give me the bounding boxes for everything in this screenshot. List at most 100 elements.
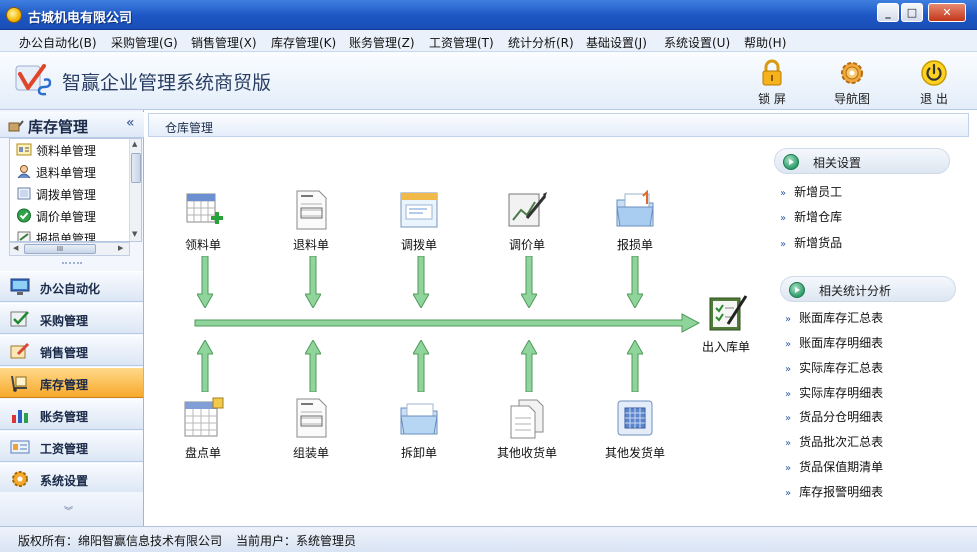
nav-inventory[interactable]: 库存管理 [0,367,143,398]
menu-purchase[interactable]: 采购管理(G) [111,34,178,51]
nav-system-settings[interactable]: 系统设置 [0,463,143,494]
flow-node-label: 拆卸单 [400,446,437,460]
link-add-warehouse[interactable]: » 新增仓库 [780,208,842,225]
flow-node-assembly[interactable]: 组装单 [266,396,356,461]
menu-sales[interactable]: 销售管理(X) [191,34,257,51]
flow-node-return[interactable]: 退料单 [266,188,356,253]
expand-nav-chevron-icon[interactable]: ︾ [64,504,73,517]
arrow-circle-icon [789,282,805,298]
flow-node-requisition[interactable]: 领料单 [158,188,248,253]
spreadsheet-icon [184,397,224,437]
main-content: 仓库管理 领料单 退料单 调拨单 调价单 报损单 出入库单 盘点单 组装单 拆卸… [148,110,977,526]
sidebar-item-price-adjust[interactable]: 调价单管理 [10,205,130,227]
current-user-text: 当前用户：系统管理员 [236,534,357,548]
link-stock-alert-detail[interactable]: » 库存报警明细表 [785,483,883,500]
menu-office[interactable]: 办公自动化(B) [19,34,97,51]
double-chevron-icon: » [780,239,787,250]
link-add-employee[interactable]: » 新增员工 [780,183,842,200]
inventory-header-icon [8,120,24,132]
menu-system-settings[interactable]: 系统设置(U) [664,34,730,51]
flow-node-other-delivery[interactable]: 其他发货单 [590,396,680,461]
menu-accounts[interactable]: 账务管理(Z) [349,34,415,51]
arrow-down-icon [305,256,321,308]
window-title: 古城机电有限公司 [28,11,133,26]
scroll-down-arrow-icon[interactable]: ▼ [132,230,137,238]
nav-label: 库存管理 [40,378,89,392]
link-book-stock-summary[interactable]: » 账面库存汇总表 [785,309,883,326]
sidebar-item-return[interactable]: 退料单管理 [10,161,130,183]
link-goods-batch-summary[interactable]: » 货品批次汇总表 [785,433,883,450]
related-stats-title: 相关统计分析 [819,284,892,298]
double-chevron-icon: » [785,364,792,375]
menu-help[interactable]: 帮助(H) [744,34,786,51]
inventory-sublist: 领料单管理 退料单管理 调拨单管理 调价单管理 报损单管理 ▲ ▼ [9,138,142,242]
collapse-panel-button[interactable]: « [126,115,135,131]
scroll-left-arrow-icon[interactable]: ◀ [13,244,18,252]
flow-node-disassembly[interactable]: 拆卸单 [374,396,464,461]
link-actual-stock-detail[interactable]: » 实际库存明细表 [785,384,883,401]
nav-footer[interactable]: ︾ [0,492,143,526]
link-goods-shelf-life-list[interactable]: » 货品保值期清单 [785,458,883,475]
flow-node-price-adjust[interactable]: 调价单 [482,188,572,253]
flow-node-loss-report[interactable]: 报损单 [590,188,680,253]
navigator-button[interactable]: 导航图 [822,58,882,107]
scroll-right-arrow-icon[interactable]: ▶ [118,244,123,252]
sublist-vertical-scrollbar[interactable]: ▲ ▼ [129,139,141,241]
double-chevron-icon: » [785,339,792,350]
breadcrumb: 仓库管理 [148,113,969,137]
link-label: 账面库存明细表 [799,336,884,350]
flow-node-stocktake[interactable]: 盘点单 [158,396,248,461]
menu-payroll[interactable]: 工资管理(T) [429,34,494,51]
lock-icon [762,59,782,86]
sub-item-label: 退料单管理 [36,166,97,180]
nav-label: 采购管理 [40,314,89,328]
menu-statistics[interactable]: 统计分析(R) [508,34,574,51]
scroll-thumb[interactable] [131,153,141,183]
maximize-button[interactable]: □ [901,3,923,22]
link-actual-stock-summary[interactable]: » 实际库存汇总表 [785,359,883,376]
link-goods-warehouse-detail[interactable]: » 货品分仓明细表 [785,408,883,425]
exit-button[interactable]: 退 出 [904,58,964,107]
nav-sales[interactable]: 销售管理 [0,335,143,366]
minimize-button[interactable]: _ [877,3,899,22]
sidebar-item-transfer[interactable]: 调拨单管理 [10,183,130,205]
title-bar[interactable]: 古城机电有限公司 _ □ ✕ [0,0,977,30]
splitter-grip[interactable] [62,262,82,266]
menu-basic-settings[interactable]: 基础设置(J) [586,34,647,51]
banner: 智赢企业管理系统商贸版 锁 屏 导航图 退 出 [0,52,977,110]
nav-payroll[interactable]: 工资管理 [0,431,143,462]
breadcrumb-label: 仓库管理 [165,121,214,135]
checklist-icon [10,311,29,327]
close-button[interactable]: ✕ [928,3,966,22]
status-bar: 版权所有：绵阳智赢信息技术有限公司 当前用户：系统管理员 [0,526,977,552]
scroll-up-arrow-icon[interactable]: ▲ [132,140,137,148]
menu-inventory[interactable]: 库存管理(K) [271,34,336,51]
flow-node-transfer[interactable]: 调拨单 [374,188,464,253]
arrow-down-icon [627,256,643,308]
link-book-stock-detail[interactable]: » 账面库存明细表 [785,334,883,351]
related-stats-header: 相关统计分析 [780,276,956,302]
sublist-horizontal-scrollbar[interactable]: ◀ III ▶ [9,242,130,256]
nav-label: 系统设置 [40,474,89,488]
flow-node-in-out-order[interactable]: 出入库单 [681,290,771,355]
sidebar-item-loss-report[interactable]: 报损单管理 [10,227,130,241]
user-icon [17,165,31,179]
nav-purchase[interactable]: 采购管理 [0,303,143,334]
link-add-goods[interactable]: » 新增货品 [780,234,842,251]
lock-screen-button[interactable]: 锁 屏 [742,58,802,107]
hscroll-thumb[interactable]: III [24,244,96,254]
left-panel-header: 库存管理 « [0,112,144,138]
sub-item-label: 调价单管理 [36,210,97,224]
gear-icon [841,62,863,84]
double-chevron-icon: » [785,438,792,449]
nav-label: 销售管理 [40,346,89,360]
flow-node-other-receipt[interactable]: 其他收货单 [482,396,572,461]
logo-icon [15,64,52,96]
nav-accounts[interactable]: 账务管理 [0,399,143,430]
sidebar-item-requisition[interactable]: 领料单管理 [10,139,130,161]
monitor-icon [10,278,30,295]
sub-item-label: 调拨单管理 [36,188,97,202]
document-icon [296,398,327,438]
nav-office[interactable]: 办公自动化 [0,271,143,302]
copyright-text: 版权所有：绵阳智赢信息技术有限公司 [18,534,223,548]
